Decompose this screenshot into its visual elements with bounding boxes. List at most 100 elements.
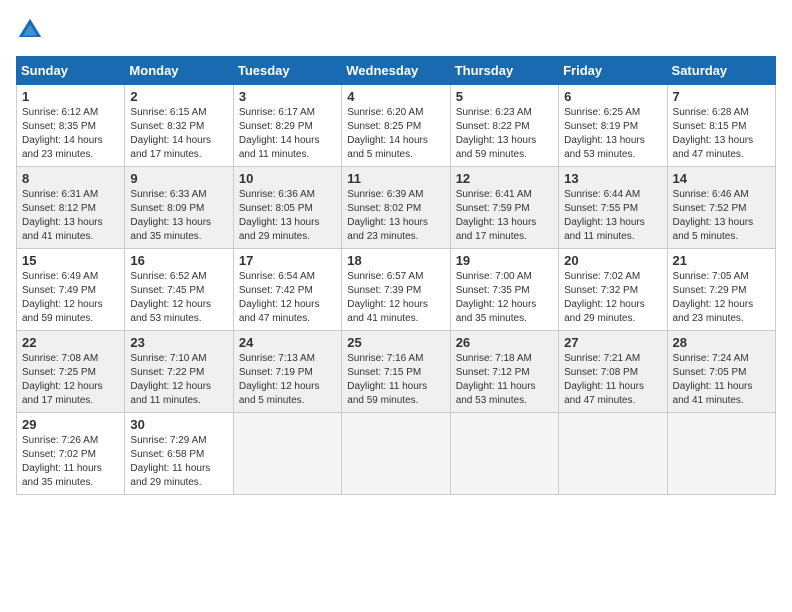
day-number: 29	[22, 417, 119, 432]
day-number: 26	[456, 335, 553, 350]
day-number: 6	[564, 89, 661, 104]
calendar-day-10: 10 Sunrise: 6:36 AM Sunset: 8:05 PM Dayl…	[233, 167, 341, 249]
day-info: Sunrise: 6:33 AM Sunset: 8:09 PM Dayligh…	[130, 188, 227, 244]
day-info: Sunrise: 6:28 AM Sunset: 8:15 PM Dayligh…	[673, 106, 770, 162]
logo	[16, 16, 48, 44]
day-number: 9	[130, 171, 227, 186]
calendar-day-24: 24 Sunrise: 7:13 AM Sunset: 7:19 PM Dayl…	[233, 331, 341, 413]
day-number: 1	[22, 89, 119, 104]
day-number: 23	[130, 335, 227, 350]
day-number: 7	[673, 89, 770, 104]
calendar-day-22: 22 Sunrise: 7:08 AM Sunset: 7:25 PM Dayl…	[17, 331, 125, 413]
calendar-day-16: 16 Sunrise: 6:52 AM Sunset: 7:45 PM Dayl…	[125, 249, 233, 331]
day-number: 21	[673, 253, 770, 268]
day-number: 15	[22, 253, 119, 268]
day-info: Sunrise: 6:31 AM Sunset: 8:12 PM Dayligh…	[22, 188, 119, 244]
day-info: Sunrise: 7:29 AM Sunset: 6:58 PM Dayligh…	[130, 434, 227, 490]
day-info: Sunrise: 6:17 AM Sunset: 8:29 PM Dayligh…	[239, 106, 336, 162]
calendar-week-row: 22 Sunrise: 7:08 AM Sunset: 7:25 PM Dayl…	[17, 331, 776, 413]
day-info: Sunrise: 7:00 AM Sunset: 7:35 PM Dayligh…	[456, 270, 553, 326]
day-info: Sunrise: 7:10 AM Sunset: 7:22 PM Dayligh…	[130, 352, 227, 408]
empty-day-cell	[342, 413, 450, 495]
day-info: Sunrise: 6:52 AM Sunset: 7:45 PM Dayligh…	[130, 270, 227, 326]
calendar-day-6: 6 Sunrise: 6:25 AM Sunset: 8:19 PM Dayli…	[559, 85, 667, 167]
calendar-day-2: 2 Sunrise: 6:15 AM Sunset: 8:32 PM Dayli…	[125, 85, 233, 167]
logo-icon	[16, 16, 44, 44]
calendar-table: SundayMondayTuesdayWednesdayThursdayFrid…	[16, 56, 776, 495]
weekday-header-thursday: Thursday	[450, 57, 558, 85]
day-number: 12	[456, 171, 553, 186]
day-info: Sunrise: 7:24 AM Sunset: 7:05 PM Dayligh…	[673, 352, 770, 408]
day-number: 18	[347, 253, 444, 268]
calendar-week-row: 8 Sunrise: 6:31 AM Sunset: 8:12 PM Dayli…	[17, 167, 776, 249]
calendar-day-15: 15 Sunrise: 6:49 AM Sunset: 7:49 PM Dayl…	[17, 249, 125, 331]
day-info: Sunrise: 6:39 AM Sunset: 8:02 PM Dayligh…	[347, 188, 444, 244]
calendar-day-8: 8 Sunrise: 6:31 AM Sunset: 8:12 PM Dayli…	[17, 167, 125, 249]
day-info: Sunrise: 6:15 AM Sunset: 8:32 PM Dayligh…	[130, 106, 227, 162]
day-info: Sunrise: 6:49 AM Sunset: 7:49 PM Dayligh…	[22, 270, 119, 326]
day-number: 25	[347, 335, 444, 350]
weekday-header-friday: Friday	[559, 57, 667, 85]
day-info: Sunrise: 7:02 AM Sunset: 7:32 PM Dayligh…	[564, 270, 661, 326]
calendar-day-23: 23 Sunrise: 7:10 AM Sunset: 7:22 PM Dayl…	[125, 331, 233, 413]
calendar-day-18: 18 Sunrise: 6:57 AM Sunset: 7:39 PM Dayl…	[342, 249, 450, 331]
day-number: 5	[456, 89, 553, 104]
calendar-day-21: 21 Sunrise: 7:05 AM Sunset: 7:29 PM Dayl…	[667, 249, 775, 331]
weekday-header-row: SundayMondayTuesdayWednesdayThursdayFrid…	[17, 57, 776, 85]
day-number: 20	[564, 253, 661, 268]
calendar-day-25: 25 Sunrise: 7:16 AM Sunset: 7:15 PM Dayl…	[342, 331, 450, 413]
day-info: Sunrise: 7:21 AM Sunset: 7:08 PM Dayligh…	[564, 352, 661, 408]
calendar-week-row: 1 Sunrise: 6:12 AM Sunset: 8:35 PM Dayli…	[17, 85, 776, 167]
day-info: Sunrise: 6:12 AM Sunset: 8:35 PM Dayligh…	[22, 106, 119, 162]
day-info: Sunrise: 7:08 AM Sunset: 7:25 PM Dayligh…	[22, 352, 119, 408]
day-info: Sunrise: 6:57 AM Sunset: 7:39 PM Dayligh…	[347, 270, 444, 326]
day-info: Sunrise: 6:36 AM Sunset: 8:05 PM Dayligh…	[239, 188, 336, 244]
day-number: 17	[239, 253, 336, 268]
day-number: 13	[564, 171, 661, 186]
day-info: Sunrise: 6:46 AM Sunset: 7:52 PM Dayligh…	[673, 188, 770, 244]
day-info: Sunrise: 6:54 AM Sunset: 7:42 PM Dayligh…	[239, 270, 336, 326]
day-info: Sunrise: 7:18 AM Sunset: 7:12 PM Dayligh…	[456, 352, 553, 408]
calendar-day-4: 4 Sunrise: 6:20 AM Sunset: 8:25 PM Dayli…	[342, 85, 450, 167]
calendar-day-9: 9 Sunrise: 6:33 AM Sunset: 8:09 PM Dayli…	[125, 167, 233, 249]
calendar-day-29: 29 Sunrise: 7:26 AM Sunset: 7:02 PM Dayl…	[17, 413, 125, 495]
day-number: 27	[564, 335, 661, 350]
empty-day-cell	[559, 413, 667, 495]
weekday-header-sunday: Sunday	[17, 57, 125, 85]
calendar-week-row: 15 Sunrise: 6:49 AM Sunset: 7:49 PM Dayl…	[17, 249, 776, 331]
calendar-day-7: 7 Sunrise: 6:28 AM Sunset: 8:15 PM Dayli…	[667, 85, 775, 167]
calendar-day-28: 28 Sunrise: 7:24 AM Sunset: 7:05 PM Dayl…	[667, 331, 775, 413]
weekday-header-saturday: Saturday	[667, 57, 775, 85]
calendar-week-row: 29 Sunrise: 7:26 AM Sunset: 7:02 PM Dayl…	[17, 413, 776, 495]
day-info: Sunrise: 6:41 AM Sunset: 7:59 PM Dayligh…	[456, 188, 553, 244]
calendar-day-13: 13 Sunrise: 6:44 AM Sunset: 7:55 PM Dayl…	[559, 167, 667, 249]
calendar-day-20: 20 Sunrise: 7:02 AM Sunset: 7:32 PM Dayl…	[559, 249, 667, 331]
day-number: 22	[22, 335, 119, 350]
day-info: Sunrise: 7:13 AM Sunset: 7:19 PM Dayligh…	[239, 352, 336, 408]
day-number: 4	[347, 89, 444, 104]
day-info: Sunrise: 6:25 AM Sunset: 8:19 PM Dayligh…	[564, 106, 661, 162]
calendar-day-5: 5 Sunrise: 6:23 AM Sunset: 8:22 PM Dayli…	[450, 85, 558, 167]
calendar-day-19: 19 Sunrise: 7:00 AM Sunset: 7:35 PM Dayl…	[450, 249, 558, 331]
day-info: Sunrise: 7:26 AM Sunset: 7:02 PM Dayligh…	[22, 434, 119, 490]
day-info: Sunrise: 7:05 AM Sunset: 7:29 PM Dayligh…	[673, 270, 770, 326]
day-number: 28	[673, 335, 770, 350]
day-number: 2	[130, 89, 227, 104]
day-info: Sunrise: 7:16 AM Sunset: 7:15 PM Dayligh…	[347, 352, 444, 408]
calendar-day-27: 27 Sunrise: 7:21 AM Sunset: 7:08 PM Dayl…	[559, 331, 667, 413]
calendar-day-26: 26 Sunrise: 7:18 AM Sunset: 7:12 PM Dayl…	[450, 331, 558, 413]
day-number: 3	[239, 89, 336, 104]
empty-day-cell	[450, 413, 558, 495]
calendar-day-3: 3 Sunrise: 6:17 AM Sunset: 8:29 PM Dayli…	[233, 85, 341, 167]
calendar-day-17: 17 Sunrise: 6:54 AM Sunset: 7:42 PM Dayl…	[233, 249, 341, 331]
calendar-day-30: 30 Sunrise: 7:29 AM Sunset: 6:58 PM Dayl…	[125, 413, 233, 495]
page-header	[16, 16, 776, 44]
day-number: 16	[130, 253, 227, 268]
empty-day-cell	[233, 413, 341, 495]
day-number: 8	[22, 171, 119, 186]
day-info: Sunrise: 6:20 AM Sunset: 8:25 PM Dayligh…	[347, 106, 444, 162]
day-number: 30	[130, 417, 227, 432]
day-number: 11	[347, 171, 444, 186]
calendar-day-14: 14 Sunrise: 6:46 AM Sunset: 7:52 PM Dayl…	[667, 167, 775, 249]
day-number: 24	[239, 335, 336, 350]
